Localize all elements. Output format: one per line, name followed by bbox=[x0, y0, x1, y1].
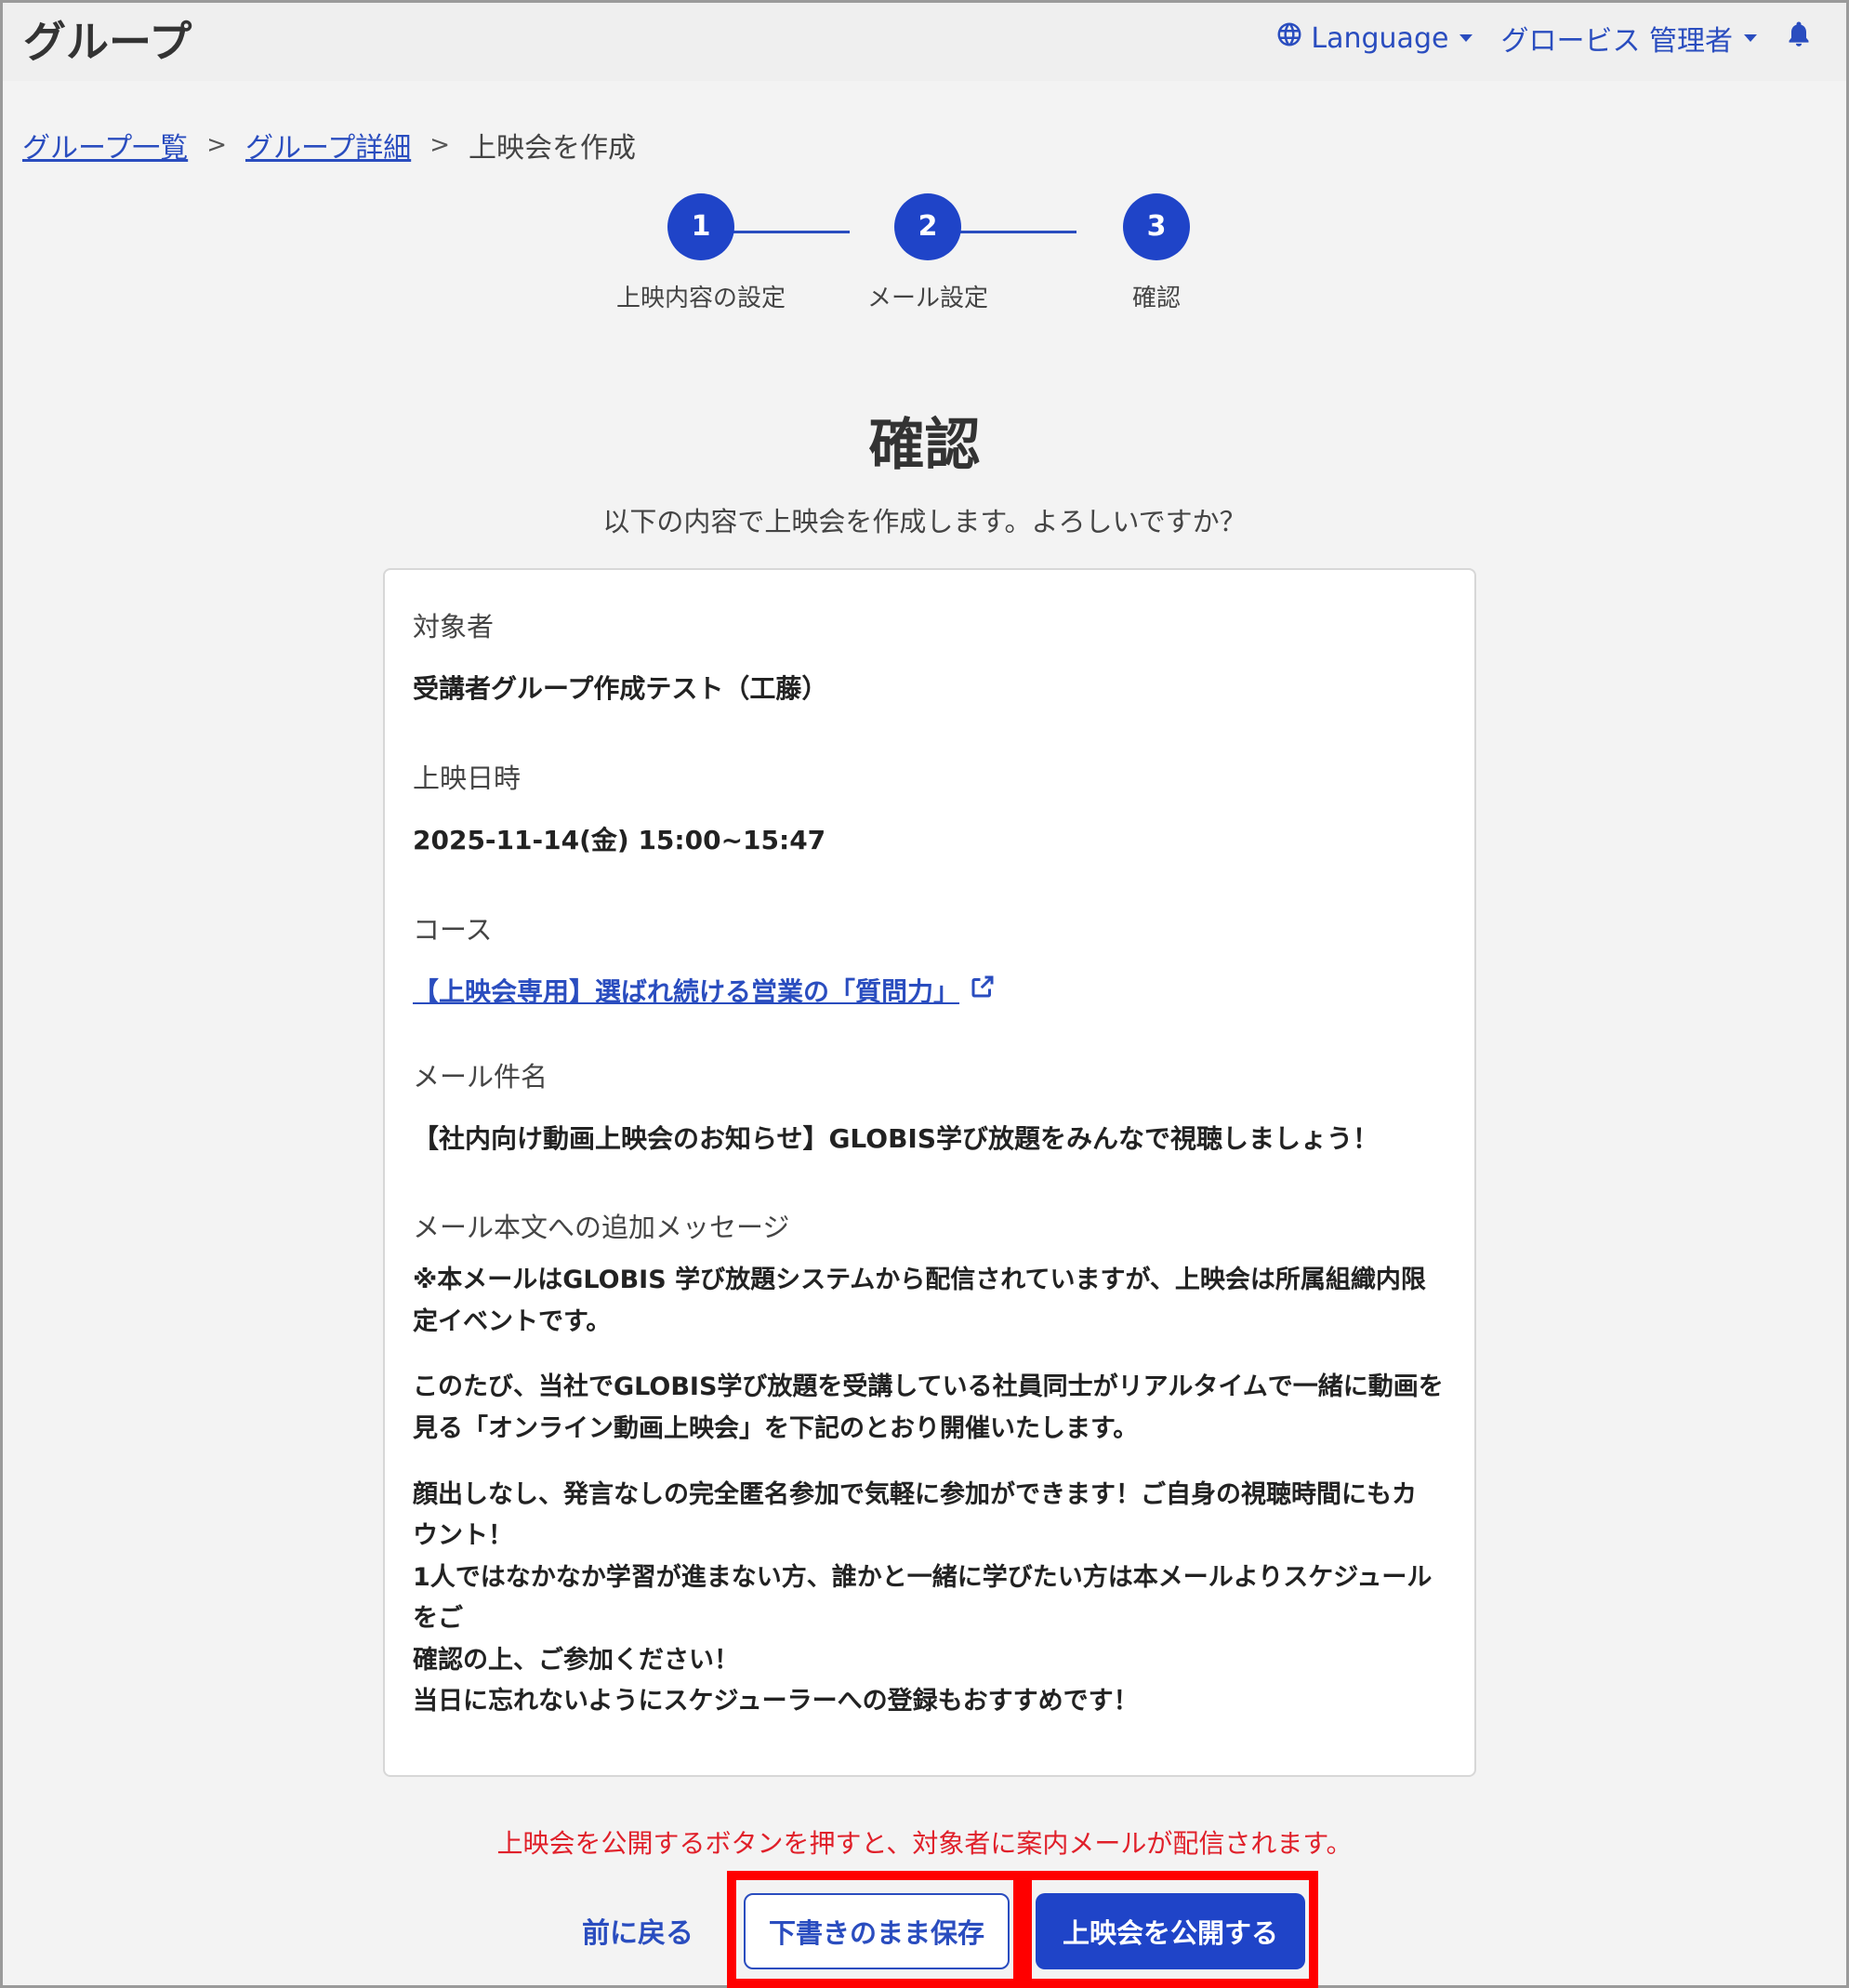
field-label: コース bbox=[413, 913, 493, 946]
step-label: 上映内容の設定 bbox=[615, 285, 786, 312]
field-course: コース 【上映会専用】選ばれ続ける営業の「質問力」 bbox=[413, 908, 1446, 1009]
step-2: 2 メール設定 bbox=[835, 193, 1021, 313]
message-line: 当日に忘れないようにスケジューラーへの登録もおすすめです！ bbox=[413, 1687, 1139, 1716]
step-1: 1 上映内容の設定 bbox=[608, 193, 794, 313]
globe-icon bbox=[1275, 20, 1303, 56]
language-label: Language bbox=[1311, 21, 1449, 55]
field-mail-subject: メール件名 【社内向け動画上映会のお知らせ】GLOBIS学び放題をみんなで視聴し… bbox=[413, 1055, 1446, 1160]
message-line: 見る「オンライン動画上映会」を下記のとおり開催いたします。 bbox=[413, 1414, 1139, 1444]
step-label: メール設定 bbox=[866, 285, 988, 312]
message-line: 1人ではなかなか学習が進まない方、誰かと一緒に学びたい方は本メールよりスケジュー… bbox=[413, 1562, 1433, 1634]
field-mail-message: メール本文への追加メッセージ ※本メールはGLOBIS 学び放題システムから配信… bbox=[413, 1206, 1446, 1722]
progress-stepper: 1 上映内容の設定 2 メール設定 3 確認 bbox=[595, 193, 1190, 324]
message-paragraph: 顔出しなし、発言なしの完全匿名参加で気軽に参加ができます！ご自身の視聴時間にもカ… bbox=[413, 1475, 1446, 1723]
caret-down-icon bbox=[1459, 34, 1473, 42]
notification-button[interactable] bbox=[1785, 20, 1813, 57]
step-number: 2 bbox=[894, 193, 961, 260]
save-draft-button[interactable]: 下書きのまま保存 bbox=[744, 1893, 1010, 1969]
message-line: 定イベントです。 bbox=[413, 1306, 612, 1336]
step-label: 確認 bbox=[1131, 285, 1181, 312]
back-link[interactable]: 前に戻る bbox=[582, 1910, 693, 1951]
breadcrumb: グループ一覧 > グループ詳細 > 上映会を作成 bbox=[22, 125, 636, 166]
step-3: 3 確認 bbox=[1063, 193, 1249, 313]
field-target: 対象者 受講者グループ作成テスト（工藤） bbox=[413, 605, 1446, 710]
breadcrumb-group-list[interactable]: グループ一覧 bbox=[22, 125, 188, 166]
message-paragraph: このたび、当社でGLOBIS学び放題を受講している社員同士がリアルタイムで一緒に… bbox=[413, 1367, 1446, 1450]
field-label: メール件名 bbox=[413, 1060, 548, 1093]
publish-button[interactable]: 上映会を公開する bbox=[1036, 1893, 1305, 1969]
user-dropdown[interactable]: グロービス 管理者 bbox=[1500, 18, 1757, 59]
app-title: グループ bbox=[23, 17, 192, 67]
step-number: 3 bbox=[1123, 193, 1190, 260]
breadcrumb-separator: > bbox=[429, 131, 450, 159]
message-line: このたび、当社でGLOBIS学び放題を受講している社員同士がリアルタイムで一緒に… bbox=[413, 1372, 1444, 1402]
field-value: 【社内向け動画上映会のお知らせ】GLOBIS学び放題をみんなで視聴しましょう！ bbox=[413, 1122, 1379, 1154]
field-label: 上映日時 bbox=[413, 762, 522, 794]
confirmation-card: 対象者 受講者グループ作成テスト（工藤） 上映日時 2025-11-14(金) … bbox=[383, 568, 1476, 1777]
course-link[interactable]: 【上映会専用】選ばれ続ける営業の「質問力」 bbox=[413, 972, 997, 1009]
top-header: グループ Language グロービス 管理者 bbox=[3, 3, 1846, 81]
step-number: 1 bbox=[667, 193, 734, 260]
language-dropdown[interactable]: Language bbox=[1275, 20, 1473, 56]
message-paragraph: ※本メールはGLOBIS 学び放題システムから配信されていますが、上映会は所属組… bbox=[413, 1260, 1446, 1343]
field-value: 2025-11-14(金) 15:00~15:47 bbox=[413, 824, 826, 855]
bell-icon bbox=[1785, 20, 1813, 57]
user-label: グロービス 管理者 bbox=[1500, 25, 1733, 58]
breadcrumb-current: 上映会を作成 bbox=[469, 132, 636, 165]
field-value: 受講者グループ作成テスト（工藤） bbox=[413, 673, 828, 704]
field-datetime: 上映日時 2025-11-14(金) 15:00~15:47 bbox=[413, 757, 1446, 862]
message-line: 確認の上、ご参加ください！ bbox=[413, 1645, 739, 1675]
external-link-icon bbox=[969, 973, 997, 1007]
caret-down-icon bbox=[1744, 34, 1757, 42]
breadcrumb-separator: > bbox=[206, 131, 227, 159]
message-line: ウント！ bbox=[413, 1521, 513, 1551]
breadcrumb-group-detail[interactable]: グループ詳細 bbox=[245, 125, 411, 166]
page-title: 確認 bbox=[868, 413, 981, 478]
message-line: 顔出しなし、発言なしの完全匿名参加で気軽に参加ができます！ご自身の視聴時間にもカ bbox=[413, 1479, 1417, 1509]
header-actions: Language グロービス 管理者 bbox=[1275, 16, 1813, 60]
publish-notice: 上映会を公開するボタンを押すと、対象者に案内メールが配信されます。 bbox=[496, 1828, 1353, 1859]
page-subtitle: 以下の内容で上映会を作成します。よろしいですか？ bbox=[602, 506, 1247, 537]
field-label: メール本文への追加メッセージ bbox=[413, 1212, 790, 1244]
course-link-text: 【上映会専用】選ばれ続ける営業の「質問力」 bbox=[413, 975, 960, 1007]
message-line: ※本メールはGLOBIS 学び放題システムから配信されていますが、上映会は所属組… bbox=[413, 1266, 1426, 1295]
field-label: 対象者 bbox=[413, 611, 495, 643]
